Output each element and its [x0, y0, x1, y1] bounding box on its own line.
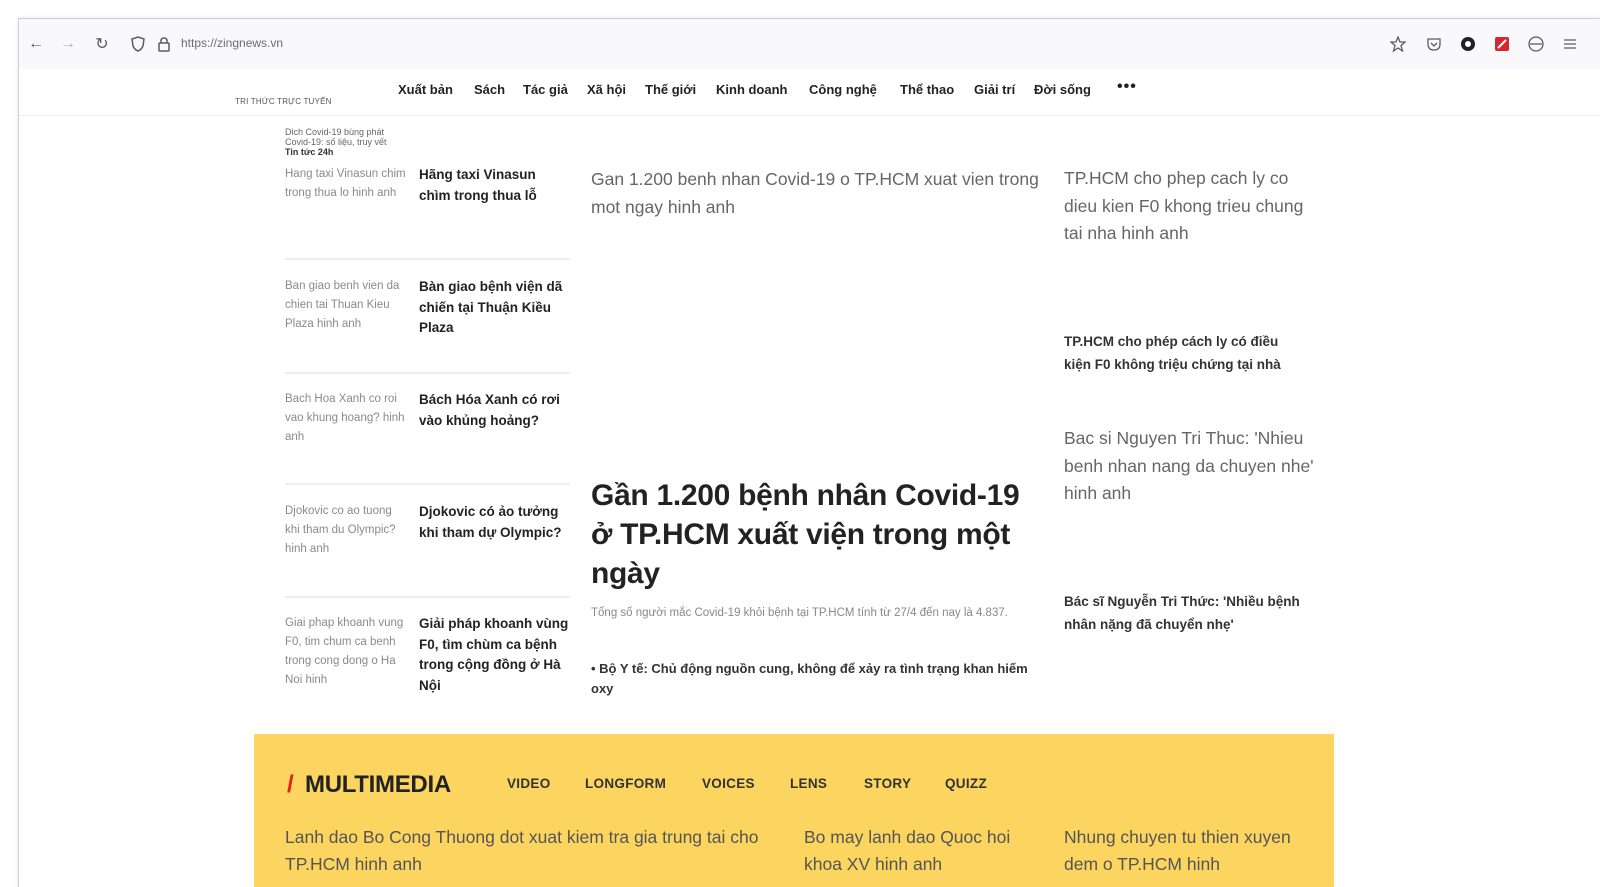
- related-story-link[interactable]: • Bộ Y tế: Chủ động nguồn cung, không để…: [591, 659, 1031, 699]
- story-image-alt[interactable]: Bac si Nguyen Tri Thuc: 'Nhieu benh nhan…: [1064, 425, 1314, 508]
- story-image-alt[interactable]: Hang taxi Vinasun chim trong thua lo hin…: [285, 165, 407, 203]
- multimedia-tab-story[interactable]: STORY: [864, 776, 911, 791]
- trending-tag[interactable]: Tin tức 24h: [285, 147, 445, 157]
- story-image-alt[interactable]: Bach Hoa Xanh co roi vao khung hoang? hi…: [285, 390, 407, 447]
- url-bar[interactable]: https://zingnews.vn: [181, 36, 283, 50]
- divider: [285, 258, 570, 260]
- bookmark-star-icon[interactable]: [1387, 33, 1409, 55]
- story-title[interactable]: Hãng taxi Vinasun chìm trong thua lỗ: [419, 165, 571, 206]
- trending-link[interactable]: Covid-19: số liệu, truy vết: [285, 137, 445, 147]
- multimedia-title[interactable]: MULTIMEDIA: [305, 771, 451, 799]
- story-image-alt[interactable]: Giai phap khoanh vung F0, tim chum ca be…: [285, 614, 407, 690]
- story-title[interactable]: Giải pháp khoanh vùng F0, tìm chùm ca bệ…: [419, 614, 571, 696]
- reload-button[interactable]: ↻: [91, 33, 113, 55]
- multimedia-item[interactable]: Lanh dao Bo Cong Thuong dot xuat kiem tr…: [285, 824, 785, 878]
- nav-giai-tri[interactable]: Giải trí: [974, 82, 1015, 97]
- divider: [285, 596, 570, 598]
- pocket-icon[interactable]: [1423, 33, 1445, 55]
- nav-sach[interactable]: Sách: [474, 82, 505, 97]
- multimedia-item[interactable]: Nhung chuyen tu thien xuyen dem o TP.HCM…: [1064, 824, 1314, 878]
- multimedia-tab-lens[interactable]: LENS: [790, 776, 827, 791]
- main-story-headline[interactable]: Gần 1.200 bệnh nhân Covid-19 ở TP.HCM xu…: [591, 476, 1041, 593]
- multimedia-tab-video[interactable]: VIDEO: [507, 776, 551, 791]
- tracking-protection-shield-icon[interactable]: [127, 33, 149, 55]
- story-title[interactable]: TP.HCM cho phép cách ly có điều kiện F0 …: [1064, 331, 1304, 376]
- site-logo[interactable]: TRI THỨC TRỰC TUYẾN: [235, 97, 332, 106]
- story-image-alt[interactable]: TP.HCM cho phep cach ly co dieu kien F0 …: [1064, 165, 1314, 248]
- lock-icon[interactable]: [153, 33, 175, 55]
- story-image-alt[interactable]: Ban giao benh vien da chien tai Thuan Ki…: [285, 277, 407, 334]
- trending-link[interactable]: Dich Covid-19 bùng phát: [285, 127, 445, 137]
- back-arrow-icon: ←: [28, 35, 44, 52]
- nav-the-thao[interactable]: Thể thao: [900, 82, 954, 97]
- nav-the-gioi[interactable]: Thế giới: [645, 82, 696, 97]
- multimedia-slash-mark: /: [287, 771, 294, 798]
- extension-circle-icon[interactable]: [1457, 33, 1479, 55]
- nav-doi-song[interactable]: Đời sống: [1034, 82, 1091, 97]
- main-story-image-alt[interactable]: Gan 1.200 benh nhan Covid-19 o TP.HCM xu…: [591, 165, 1051, 221]
- multimedia-item[interactable]: Bo may lanh dao Quoc hoi khoa XV hinh an…: [804, 824, 1044, 878]
- forward-arrow-icon: →: [60, 35, 76, 52]
- trending-topics: Dich Covid-19 bùng phát Covid-19: số liệ…: [285, 127, 445, 157]
- browser-window: ← → ↻ https://zingnews.vn TRI THỨC TRỰC …: [18, 18, 1600, 887]
- nav-xuat-ban[interactable]: Xuất bản: [398, 82, 453, 97]
- back-button[interactable]: ←: [25, 33, 47, 55]
- nav-more-button[interactable]: •••: [1117, 78, 1137, 96]
- nav-cong-nghe[interactable]: Công nghệ: [809, 82, 877, 97]
- reload-icon: ↻: [95, 36, 109, 53]
- main-story-summary: Tổng số người mắc Covid-19 khỏi bệnh tại…: [591, 607, 1008, 619]
- multimedia-tab-voices[interactable]: VOICES: [702, 776, 755, 791]
- divider: [285, 372, 570, 374]
- nav-xa-hoi[interactable]: Xã hội: [587, 82, 626, 97]
- story-title[interactable]: Bác sĩ Nguyễn Tri Thức: 'Nhiều bệnh nhân…: [1064, 591, 1304, 636]
- account-icon[interactable]: [1525, 33, 1547, 55]
- forward-button[interactable]: →: [57, 33, 79, 55]
- story-title[interactable]: Djokovic có ảo tưởng khi tham dự Olympic…: [419, 502, 571, 543]
- nav-kinh-doanh[interactable]: Kinh doanh: [716, 82, 788, 97]
- multimedia-tab-longform[interactable]: LONGFORM: [585, 776, 666, 791]
- multimedia-tab-quizz[interactable]: QUIZZ: [945, 776, 987, 791]
- story-title[interactable]: Bách Hóa Xanh có rơi vào khủng hoảng?: [419, 390, 571, 431]
- divider: [285, 483, 570, 485]
- story-image-alt[interactable]: Djokovic co ao tuong khi tham du Olympic…: [285, 502, 407, 559]
- menu-hamburger-icon[interactable]: [1559, 33, 1581, 55]
- extension-red-icon[interactable]: [1491, 33, 1513, 55]
- nav-tac-gia[interactable]: Tác giả: [523, 82, 568, 97]
- story-title[interactable]: Bàn giao bệnh viện dã chiến tại Thuận Ki…: [419, 277, 571, 339]
